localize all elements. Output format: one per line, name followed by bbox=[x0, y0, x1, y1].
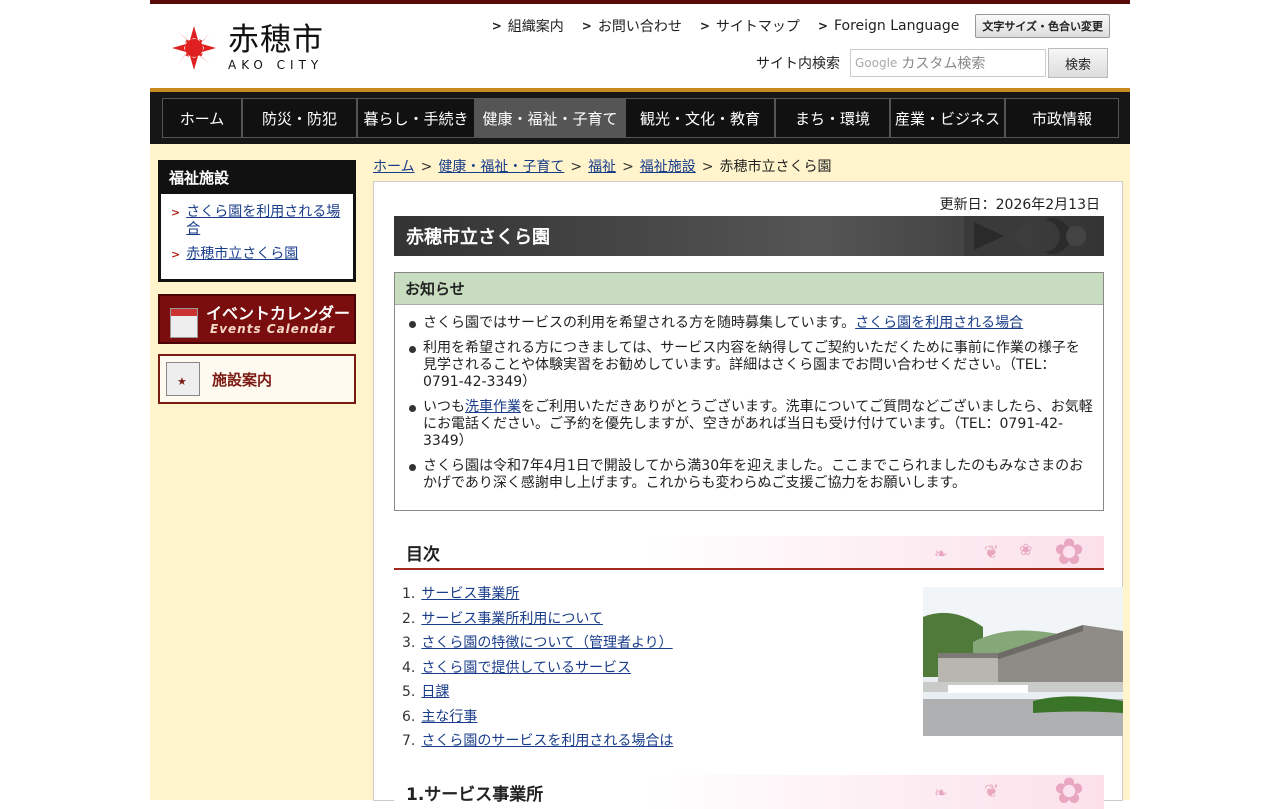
font-size-color-button[interactable]: 文字サイズ・色合い変更 bbox=[975, 14, 1110, 38]
toc-link-services[interactable]: さくら園で提供しているサービス bbox=[421, 660, 631, 676]
toc-link-office-usage[interactable]: サービス事業所利用について bbox=[421, 611, 603, 627]
search-label: サイト内検索 bbox=[756, 56, 840, 72]
breadcrumb-home[interactable]: ホーム bbox=[373, 159, 415, 175]
site-name-en: AKO CITY bbox=[228, 58, 324, 72]
google-logo: Google bbox=[855, 56, 898, 70]
chevron-right-icon: > bbox=[581, 19, 592, 33]
title-decoration-icon bbox=[964, 216, 1086, 256]
facility-banner-label: 施設案内 bbox=[212, 370, 273, 389]
util-link-foreign-language[interactable]: > Foreign Language bbox=[818, 18, 959, 34]
toc-item: 6. 主な行事 bbox=[402, 708, 478, 725]
sakura-petal-icon: ❀ bbox=[1019, 540, 1033, 559]
sidebar-link-using-sakuraen[interactable]: さくら園を利用される場合 bbox=[186, 204, 345, 238]
bullet-icon bbox=[409, 405, 416, 412]
utility-links: > 組織案内 > お問い合わせ > サイトマップ > Foreign Language … bbox=[474, 14, 1110, 38]
bullet-icon bbox=[409, 321, 416, 328]
toc-item: 1. サービス事業所 bbox=[402, 586, 520, 602]
building-photo-image bbox=[923, 587, 1123, 736]
site-search: サイト内検索 Google カスタム検索 検索 bbox=[756, 48, 1108, 78]
chevron-right-icon: > bbox=[699, 19, 710, 33]
header: 赤穂市 AKO CITY > 組織案内 > お問い合わせ > サイトマップ > Fore… bbox=[150, 4, 1130, 88]
page-title: 赤穂市立さくら園 bbox=[406, 227, 550, 248]
arrow-icon: > bbox=[171, 248, 181, 261]
sakura-flower-icon: ✿ bbox=[1054, 775, 1085, 809]
facility-photo bbox=[923, 587, 1123, 736]
search-button[interactable]: 検索 bbox=[1048, 48, 1108, 78]
toc-item: 5. 日課 bbox=[402, 684, 450, 700]
nav-health-welfare[interactable]: 健康・福祉・子育て bbox=[475, 98, 625, 138]
toc-list: 1. サービス事業所 2. サービス事業所利用について 3. さくら園の特徴について（… bbox=[402, 582, 673, 754]
bullet-icon bbox=[409, 464, 416, 471]
util-link-contact[interactable]: > お問い合わせ bbox=[582, 16, 682, 36]
toc-link-how-to-use[interactable]: さくら園のサービスを利用される場合は bbox=[421, 733, 673, 749]
toc-item: 4. さくら園で提供しているサービス bbox=[402, 659, 631, 676]
event-banner-title: イベントカレンダー bbox=[206, 304, 351, 323]
notice-title: お知らせ bbox=[395, 273, 1103, 305]
toc-item: 3. さくら園の特徴について（管理者より） bbox=[402, 635, 673, 651]
toc-heading: 目次 ❧ ❦ ❀ ✿ bbox=[394, 536, 1104, 570]
bullet-icon bbox=[409, 346, 416, 353]
updated-date: 更新日：2026年2月13日 bbox=[939, 197, 1100, 213]
sidebar-item: > 赤穂市立さくら園 bbox=[171, 246, 345, 263]
breadcrumb: ホーム > 健康・福祉・子育て > 福祉 > 福祉施設 > 赤穂市立さくら園 bbox=[373, 159, 832, 175]
toc-item: 2. サービス事業所利用について bbox=[402, 610, 603, 627]
notice-link-car-wash[interactable]: 洗車作業 bbox=[465, 399, 521, 415]
content-panel: 更新日：2026年2月13日 赤穂市立さくら園 お知らせ さくら園ではサービスの… bbox=[373, 181, 1123, 809]
sidebar-title: 福祉施設 bbox=[161, 163, 353, 196]
nav-tourism-culture[interactable]: 観光・文化・教育 bbox=[625, 98, 775, 138]
breadcrumb-welfare-facilities[interactable]: 福祉施設 bbox=[640, 159, 696, 175]
notice-item: さくら園ではサービスの利用を希望される方を随時募集しています。さくら園を利用され… bbox=[409, 315, 1093, 332]
calendar-icon bbox=[170, 308, 198, 338]
nav-living-procedures[interactable]: 暮らし・手続き bbox=[357, 98, 475, 138]
notice-item: さくら園は令和7年4月1日で開設してから満30年を迎えました。ここまでこられまし… bbox=[409, 458, 1093, 492]
nav-town-environment[interactable]: まち・環境 bbox=[775, 98, 890, 138]
event-banner-sub: Events Calendar bbox=[210, 322, 336, 336]
page-title-bar: 赤穂市立さくら園 bbox=[394, 216, 1104, 256]
map-icon: ★ bbox=[166, 362, 200, 396]
nav-home[interactable]: ホーム bbox=[162, 98, 242, 138]
notice-box: お知らせ さくら園ではサービスの利用を希望される方を随時募集しています。さくら園… bbox=[394, 272, 1104, 511]
nav-disaster-prevention[interactable]: 防災・防犯 bbox=[242, 98, 357, 138]
toc-link-service-office[interactable]: サービス事業所 bbox=[421, 586, 519, 602]
nav-industry-business[interactable]: 産業・ビジネス bbox=[890, 98, 1005, 138]
sakura-flower-icon: ✿ bbox=[1054, 536, 1085, 570]
sidebar-menu: 福祉施設 > さくら園を利用される場合 > 赤穂市立さくら園 bbox=[158, 160, 356, 282]
sakura-petal-icon: ❦ bbox=[984, 542, 1000, 563]
sidebar-link-sakuraen[interactable]: 赤穂市立さくら園 bbox=[186, 246, 298, 263]
toc-link-events[interactable]: 主な行事 bbox=[421, 709, 477, 725]
toc-link-daily-schedule[interactable]: 日課 bbox=[421, 684, 449, 700]
breadcrumb-health-welfare[interactable]: 健康・福祉・子育て bbox=[438, 159, 564, 175]
notice-item: 利用を希望される方につきましては、サービス内容を納得してご契約いただくために事前… bbox=[409, 340, 1093, 391]
search-input[interactable]: Google カスタム検索 bbox=[850, 49, 1046, 77]
event-calendar-banner[interactable]: イベントカレンダー Events Calendar bbox=[158, 294, 356, 344]
sidebar-item: > さくら園を利用される場合 bbox=[171, 204, 345, 238]
sakura-petal-icon: ❦ bbox=[984, 781, 1000, 802]
sakura-petal-icon: ❧ bbox=[934, 544, 948, 563]
toc-link-features[interactable]: さくら園の特徴について（管理者より） bbox=[421, 635, 672, 651]
nav-city-info[interactable]: 市政情報 bbox=[1005, 98, 1119, 138]
util-link-organization[interactable]: > 組織案内 bbox=[492, 16, 564, 36]
search-placeholder: カスタム検索 bbox=[901, 56, 986, 72]
page: 赤穂市 AKO CITY > 組織案内 > お問い合わせ > サイトマップ > Fore… bbox=[150, 0, 1130, 809]
sakura-petal-icon: ❧ bbox=[934, 783, 948, 802]
main-area: 福祉施設 > さくら園を利用される場合 > 赤穂市立さくら園 イベントカレンダー E… bbox=[150, 144, 1130, 809]
site-logo[interactable]: 赤穂市 AKO CITY bbox=[170, 24, 324, 72]
left-sidebar: 福祉施設 > さくら園を利用される場合 > 赤穂市立さくら園 イベントカレンダー E… bbox=[158, 160, 356, 404]
util-link-sitemap[interactable]: > サイトマップ bbox=[700, 16, 800, 36]
section-title: 1.サービス事業所 bbox=[406, 784, 544, 805]
facility-guide-banner[interactable]: ★ 施設案内 bbox=[158, 354, 356, 404]
breadcrumb-current: 赤穂市立さくら園 bbox=[719, 159, 832, 175]
toc-item: 7. さくら園のサービスを利用される場合は bbox=[402, 733, 674, 749]
breadcrumb-welfare[interactable]: 福祉 bbox=[588, 159, 616, 175]
section-heading: 1.サービス事業所 ❧ ❦ ✿ bbox=[394, 775, 1104, 809]
site-name-ja: 赤穂市 bbox=[228, 22, 324, 58]
city-emblem-icon bbox=[172, 26, 216, 70]
chevron-right-icon: > bbox=[491, 19, 502, 33]
global-nav: ホーム 防災・防犯 暮らし・手続き 健康・福祉・子育て 観光・文化・教育 まち・… bbox=[150, 92, 1130, 144]
chevron-right-icon: > bbox=[817, 19, 828, 33]
notice-item: いつも洗車作業をご利用いただきありがとうございます。洗車についてご質問などござい… bbox=[409, 399, 1093, 450]
notice-link-using-sakuraen[interactable]: さくら園を利用される場合 bbox=[855, 315, 1023, 331]
arrow-icon: > bbox=[171, 206, 181, 219]
